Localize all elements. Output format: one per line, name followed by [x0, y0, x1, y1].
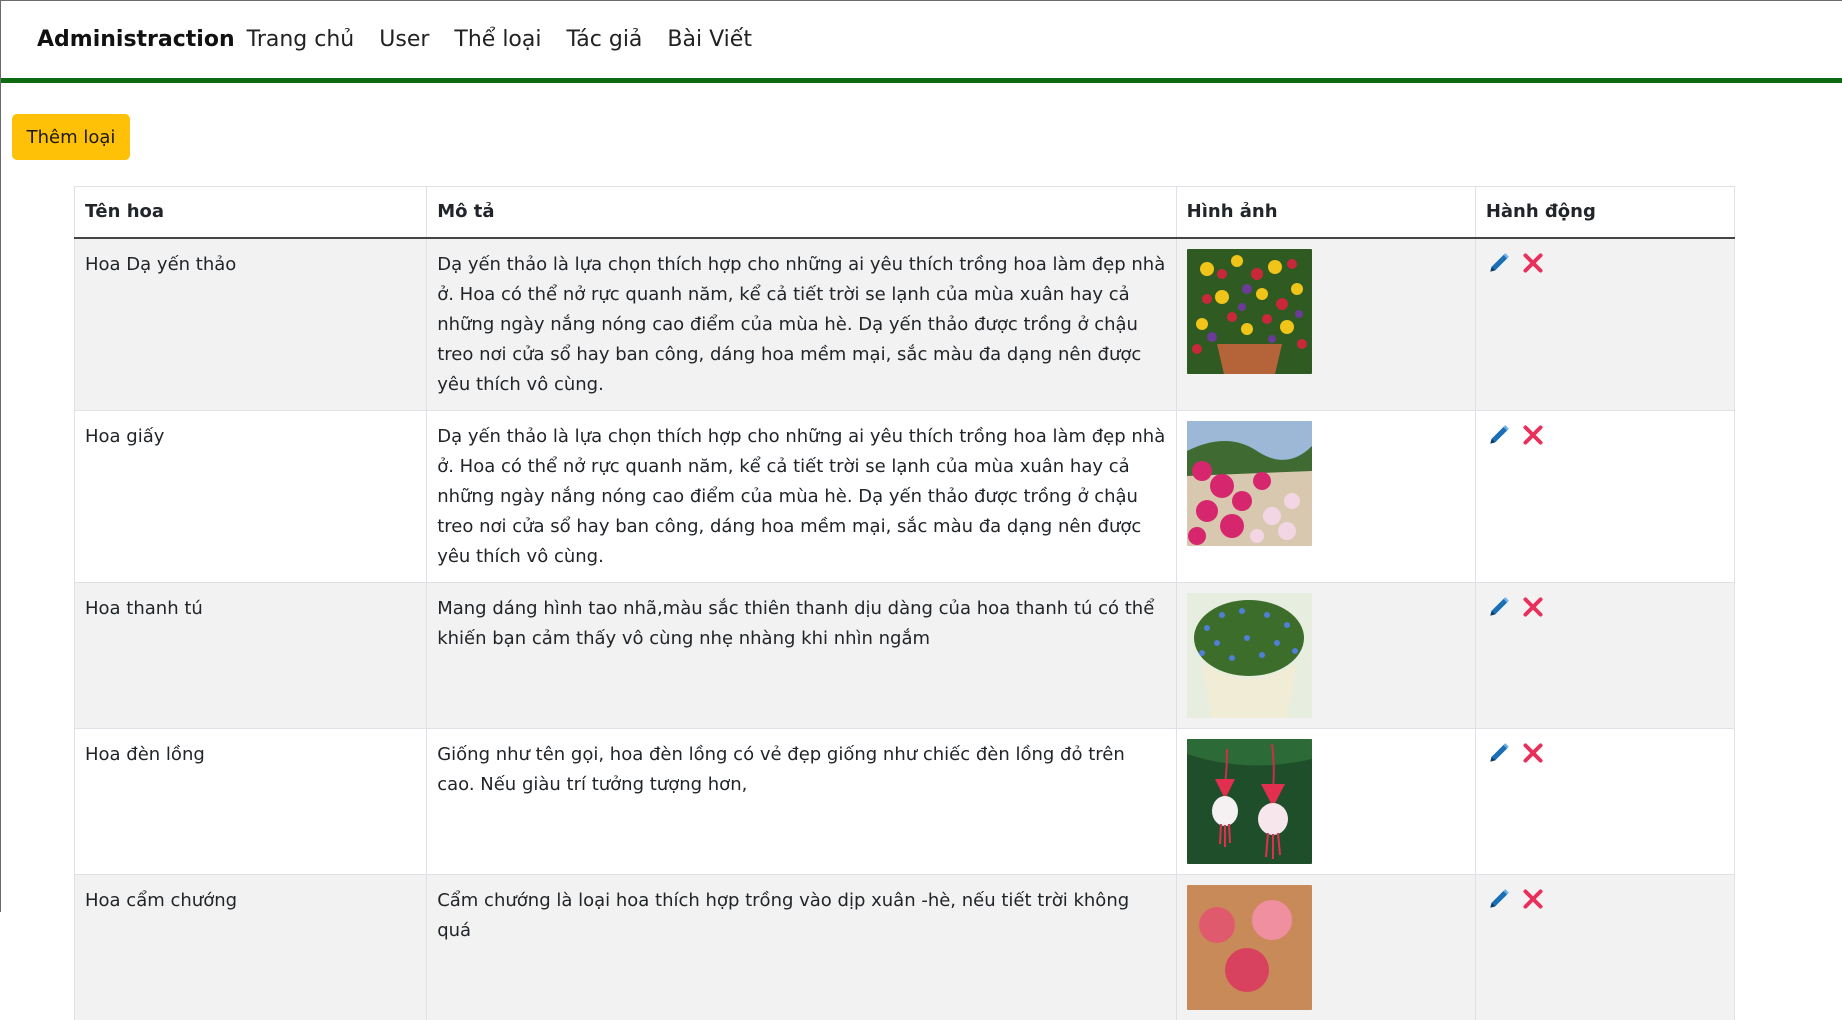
row-actions	[1474, 237, 1736, 410]
action-group	[1486, 740, 1724, 766]
flower-name: Hoa giấy	[73, 409, 428, 582]
flower-image	[1186, 738, 1312, 864]
flower-image-cell	[1175, 873, 1476, 1020]
pencil-icon[interactable]	[1486, 250, 1512, 276]
brand-link[interactable]: Administraction	[37, 27, 235, 52]
flower-description: Giống như tên gọi, hoa đèn lồng có vẻ đẹ…	[426, 727, 1177, 874]
action-group	[1486, 250, 1724, 276]
top-navbar: Administraction Trang chủ User Thể loại …	[0, 0, 1842, 83]
header-actions: Hành động	[1474, 186, 1736, 239]
header-image: Hình ảnh	[1175, 186, 1476, 239]
row-actions	[1474, 581, 1736, 728]
flower-name: Hoa cẩm chướng	[73, 873, 428, 1020]
flower-image-cell	[1175, 581, 1476, 728]
header-name: Tên hoa	[73, 186, 428, 239]
flower-table: Tên hoa Mô tả Hình ảnh Hành động Hoa Dạ …	[73, 186, 1736, 1020]
nav-link-posts[interactable]: Bài Viết	[667, 27, 752, 52]
nav-link-author[interactable]: Tác giả	[566, 27, 642, 52]
close-icon[interactable]	[1520, 740, 1546, 766]
table-header-row: Tên hoa Mô tả Hình ảnh Hành động	[73, 186, 1736, 239]
flower-name: Hoa Dạ yến thảo	[73, 237, 428, 410]
pencil-icon[interactable]	[1486, 594, 1512, 620]
table-row: Hoa Dạ yến thảo Dạ yến thảo là lựa chọn …	[73, 237, 1736, 410]
action-group	[1486, 594, 1724, 620]
close-icon[interactable]	[1520, 422, 1546, 448]
flower-image-cell	[1175, 237, 1476, 410]
action-group	[1486, 422, 1724, 448]
pencil-icon[interactable]	[1486, 740, 1512, 766]
nav-link-home[interactable]: Trang chủ	[247, 27, 355, 52]
flower-description: Dạ yến thảo là lựa chọn thích hợp cho nh…	[426, 409, 1177, 582]
flower-image	[1186, 248, 1312, 374]
add-category-button[interactable]: Thêm loại	[12, 114, 130, 160]
table-row: Hoa giấy Dạ yến thảo là lựa chọn thích h…	[73, 409, 1736, 582]
flower-description: Cẩm chướng là loại hoa thích hợp trồng v…	[426, 873, 1177, 1020]
pencil-icon[interactable]	[1486, 422, 1512, 448]
table-row: Hoa cẩm chướng Cẩm chướng là loại hoa th…	[73, 873, 1736, 1020]
flower-description: Mang dáng hình tao nhã,màu sắc thiên tha…	[426, 581, 1177, 728]
header-description: Mô tả	[426, 186, 1177, 239]
flower-image	[1186, 420, 1312, 546]
table-row: Hoa thanh tú Mang dáng hình tao nhã,màu …	[73, 581, 1736, 728]
flower-description: Dạ yến thảo là lựa chọn thích hợp cho nh…	[426, 237, 1177, 410]
close-icon[interactable]	[1520, 886, 1546, 912]
nav-link-category[interactable]: Thể loại	[454, 27, 541, 52]
flower-image	[1186, 884, 1312, 1010]
row-actions	[1474, 873, 1736, 1020]
nav-link-user[interactable]: User	[379, 27, 429, 52]
row-actions	[1474, 727, 1736, 874]
pencil-icon[interactable]	[1486, 886, 1512, 912]
close-icon[interactable]	[1520, 250, 1546, 276]
close-icon[interactable]	[1520, 594, 1546, 620]
flower-name: Hoa thanh tú	[73, 581, 428, 728]
flower-name: Hoa đèn lồng	[73, 727, 428, 874]
flower-image	[1186, 592, 1312, 718]
row-actions	[1474, 409, 1736, 582]
flower-image-cell	[1175, 727, 1476, 874]
table-row: Hoa đèn lồng Giống như tên gọi, hoa đèn …	[73, 727, 1736, 874]
flower-image-cell	[1175, 409, 1476, 582]
action-group	[1486, 886, 1724, 912]
